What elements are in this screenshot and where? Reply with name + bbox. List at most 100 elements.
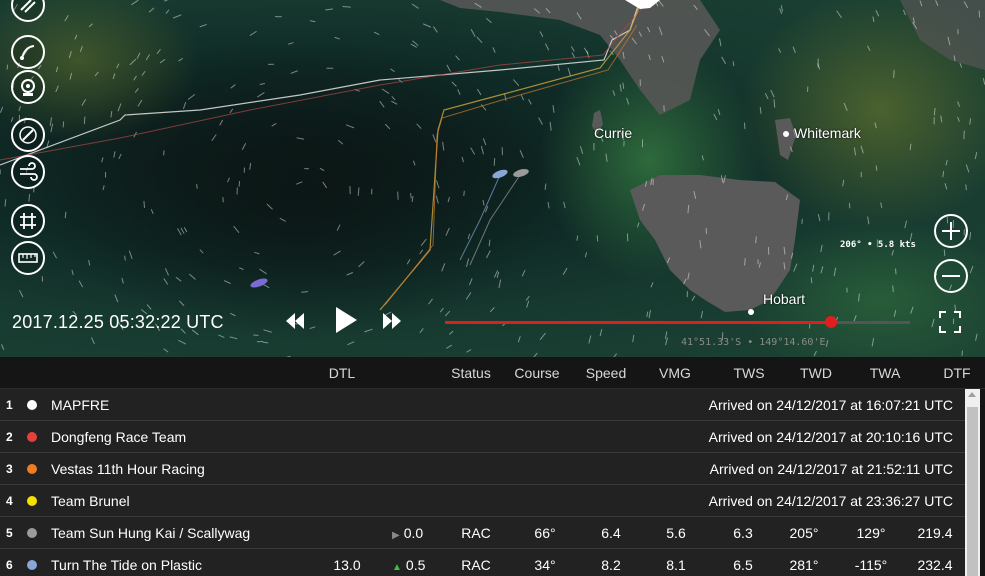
wind-streak xyxy=(492,47,496,53)
fullscreen-button[interactable] xyxy=(938,310,962,334)
team-color-dot xyxy=(27,496,37,506)
timeline-slider[interactable] xyxy=(445,316,910,328)
table-row[interactable]: 6 Turn The Tide on Plastic 13.0 ▲ 0.5 RAC 34° 8… xyxy=(0,549,965,576)
wind-streak xyxy=(520,94,524,101)
arrival-status: Arrived on 24/12/2017 at 16:07:21 UTC xyxy=(708,397,953,413)
camera-icon xyxy=(21,79,35,96)
cell-tws: 6.5 xyxy=(733,557,753,573)
place-label: Hobart xyxy=(763,291,806,307)
team-name[interactable]: Dongfeng Race Team xyxy=(51,429,186,445)
table-row[interactable]: 1 MAPFRE Arrived on 24/12/2017 at 16:07:21… xyxy=(0,389,965,421)
wind-streak xyxy=(449,330,454,335)
table-row[interactable]: 4 Team Brunel Arrived on 24/12/2017 at 23:… xyxy=(0,485,965,517)
wind-streak xyxy=(732,61,735,67)
wind-streak xyxy=(545,43,550,51)
wind-button[interactable] xyxy=(11,155,45,189)
wind-streak xyxy=(721,56,726,64)
trend-arrow-icon: ▶ xyxy=(392,530,400,541)
team-name[interactable]: Team Sun Hung Kai / Scallywag xyxy=(51,525,250,541)
column-header-twd[interactable]: TWD xyxy=(800,365,832,381)
wind-streak xyxy=(759,106,762,114)
team-name[interactable]: MAPFRE xyxy=(51,397,109,413)
team-name[interactable]: Team Brunel xyxy=(51,493,130,509)
column-header-vmg[interactable]: VMG xyxy=(659,365,691,381)
wind-streak xyxy=(249,31,257,36)
leaderboard-table: DTL Status Course Speed VMG TWS TWD TWA DTF 1 MAP… xyxy=(0,357,985,576)
team-name[interactable]: Turn The Tide on Plastic xyxy=(51,557,202,573)
wind-streak xyxy=(650,282,654,288)
column-header-twa[interactable]: TWA xyxy=(870,365,901,381)
wind-streak xyxy=(411,3,419,9)
wind-streak xyxy=(780,5,783,12)
wind-streak xyxy=(526,300,530,308)
wind-streak xyxy=(525,296,530,301)
table-header: DTL Status Course Speed VMG TWS TWD TWA DTF xyxy=(0,357,985,389)
wind-streak xyxy=(599,329,603,337)
scroll-up-arrow-icon[interactable] xyxy=(968,392,976,397)
table-row[interactable]: 2 Dongfeng Race Team Arrived on 24/12/2017… xyxy=(0,421,965,453)
wind-streak xyxy=(489,307,495,313)
team-color-dot xyxy=(27,560,37,570)
column-header-dtf[interactable]: DTF xyxy=(943,365,970,381)
column-header-status[interactable]: Status xyxy=(451,365,491,381)
wind-streak xyxy=(700,310,704,319)
table-scrollbar[interactable] xyxy=(965,389,980,576)
wind-streak xyxy=(476,36,483,43)
rank: 3 xyxy=(6,462,13,476)
table-row[interactable]: 5 Team Sun Hung Kai / Scallywag ▶ 0.0 RAC 66°… xyxy=(0,517,965,549)
wind-streak xyxy=(933,107,936,116)
wind-streak xyxy=(1,344,5,350)
cell-vmg: 5.6 xyxy=(666,525,686,541)
ruler-icon xyxy=(18,253,38,263)
arrival-status: Arrived on 24/12/2017 at 21:52:11 UTC xyxy=(709,461,953,477)
camera-button[interactable] xyxy=(11,70,45,104)
column-header-course[interactable]: Course xyxy=(514,365,559,381)
route-button[interactable] xyxy=(11,35,45,69)
wind-streak xyxy=(347,341,355,346)
cell-twa: -115° xyxy=(854,557,888,573)
cell-twd: 205° xyxy=(789,525,819,541)
column-header-tws[interactable]: TWS xyxy=(733,365,764,381)
place-label: Currie xyxy=(594,125,633,141)
cursor-coordinates: 41°51.33'S • 149°14.60'E xyxy=(681,337,826,348)
rewind-button[interactable] xyxy=(284,312,306,330)
wind-streak xyxy=(262,341,269,344)
wind-streak xyxy=(648,309,651,319)
wind-streak xyxy=(419,328,424,333)
grid-button[interactable] xyxy=(11,204,45,238)
wind-streak xyxy=(773,99,776,108)
scroll-thumb[interactable] xyxy=(967,407,978,576)
wind-streak xyxy=(664,331,668,340)
zoom-out-button[interactable] xyxy=(934,259,968,293)
playback-timestamp: 2017.12.25 05:32:22 UTC xyxy=(12,312,224,332)
ruler-button[interactable] xyxy=(11,241,45,275)
wind-streak xyxy=(875,165,878,171)
team-name[interactable]: Vestas 11th Hour Racing xyxy=(51,461,205,477)
fast-forward-button[interactable] xyxy=(381,312,403,330)
wind-streak xyxy=(969,232,972,241)
zoom-in-button[interactable] xyxy=(934,214,968,248)
wind-streak xyxy=(571,52,575,58)
wind-streak xyxy=(342,6,351,8)
wind-streak xyxy=(909,143,912,151)
table-row[interactable]: 3 Vestas 11th Hour Racing Arrived on 24/12… xyxy=(0,453,965,485)
rank: 1 xyxy=(6,398,13,412)
wind-streak xyxy=(892,285,894,293)
wind-streak xyxy=(164,0,169,2)
wind-streak xyxy=(199,24,207,28)
wind-streak xyxy=(691,295,696,301)
play-button[interactable] xyxy=(333,305,359,335)
wind-streak xyxy=(755,236,757,244)
wind-streak xyxy=(124,255,126,261)
team-color-dot xyxy=(27,528,37,538)
wind-streak xyxy=(178,339,187,345)
table-body: 1 MAPFRE Arrived on 24/12/2017 at 16:07:21… xyxy=(0,389,985,576)
team-color-dot xyxy=(27,464,37,474)
race-map[interactable]: Currie Whitemark Hobart 206° • 5.8 kts 4… xyxy=(0,0,985,357)
column-header-speed[interactable]: Speed xyxy=(586,365,626,381)
place-label: Whitemark xyxy=(794,125,861,141)
timeline-handle[interactable] xyxy=(824,316,837,328)
compass-button[interactable] xyxy=(11,118,45,152)
wind-streak xyxy=(779,8,783,15)
column-header-dtl[interactable]: DTL xyxy=(329,365,355,381)
